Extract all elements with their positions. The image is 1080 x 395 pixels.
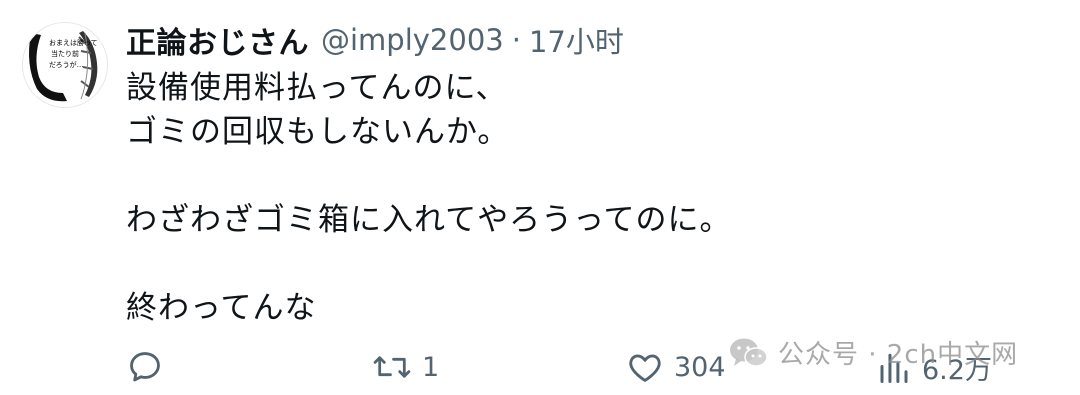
- avatar-manga-image: おまえは勝って 当たり前 だろうが…: [23, 23, 107, 107]
- header-separator: ·: [511, 23, 521, 57]
- author-display-name[interactable]: 正論おじさん: [126, 18, 309, 62]
- retweet-button[interactable]: 1: [372, 348, 439, 386]
- watermark-text: 公众号 · 2ch中文网: [778, 340, 1019, 370]
- svg-text:おまえは勝って: おまえは勝って: [49, 38, 98, 47]
- like-button[interactable]: 304: [626, 348, 726, 386]
- like-count: 304: [674, 351, 726, 383]
- tweet-text-line: わざわざゴミ箱に入れてやろうってのに。: [126, 202, 732, 238]
- svg-text:だろうが…: だろうが…: [49, 60, 84, 69]
- tweet-header: 正論おじさん @imply2003 · 17小时: [126, 18, 624, 62]
- tweet-timestamp[interactable]: 17小时: [529, 19, 624, 61]
- tweet-text-line: 設備使用料払ってんのに、: [126, 70, 508, 106]
- tweet-text-line: 終わってんな: [126, 290, 317, 326]
- tweet-text-blank-line: [126, 242, 1046, 286]
- svg-text:当たり前: 当たり前: [51, 49, 79, 58]
- watermark: 公众号 · 2ch中文网: [728, 334, 1018, 371]
- author-handle[interactable]: @imply2003: [321, 23, 504, 57]
- tweet-text-blank-line: [126, 154, 1046, 198]
- avatar[interactable]: おまえは勝って 当たり前 だろうが…: [22, 22, 108, 108]
- reply-button[interactable]: [126, 348, 174, 386]
- tweet-text: 設備使用料払ってんのに、 ゴミの回収もしないんか。 わざわざゴミ箱に入れてやろう…: [126, 66, 1046, 330]
- reply-icon: [130, 352, 160, 382]
- tweet-text-line: ゴミの回収もしないんか。: [126, 114, 510, 150]
- wechat-icon: [730, 338, 768, 367]
- retweet-count: 1: [422, 351, 440, 383]
- retweet-icon: [373, 356, 411, 378]
- heart-icon: [629, 354, 661, 382]
